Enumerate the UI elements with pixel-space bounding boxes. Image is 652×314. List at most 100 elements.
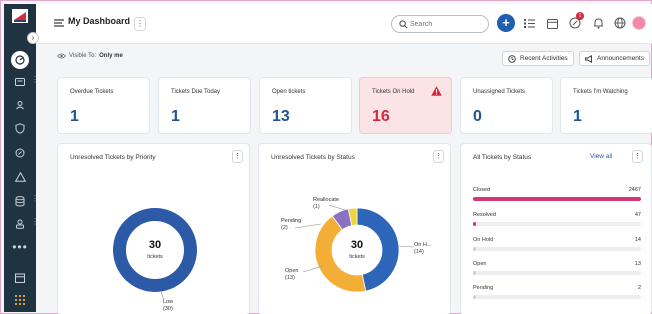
- donut-center-label: tickets: [147, 254, 163, 260]
- database-icon: [15, 195, 25, 206]
- sidebar-users-more[interactable]: ⋮: [31, 218, 39, 228]
- kpi-card-unassigned[interactable]: Unassigned Tickets 0: [460, 77, 553, 134]
- status-name: On Hold: [473, 237, 494, 243]
- menu-icon[interactable]: [54, 18, 64, 28]
- kpi-card-overdue[interactable]: Overdue Tickets 1: [57, 77, 150, 134]
- bell-icon[interactable]: [591, 16, 605, 30]
- legend-low-label: Low: [163, 299, 174, 305]
- kpi-value: 0: [473, 108, 482, 125]
- status-bar-track: [473, 271, 641, 275]
- eye-icon: [57, 53, 66, 59]
- legend-reallocate-count: (1): [313, 204, 320, 210]
- kpi-value: 1: [70, 108, 79, 125]
- status-panel: Unresolved Tickets by Status ⋮ 30 ticket…: [258, 143, 451, 314]
- legend-open: Open (13): [285, 268, 298, 282]
- status-name: Resolved: [473, 212, 496, 218]
- dashboard-options-button[interactable]: ⋮: [134, 17, 146, 31]
- search-box[interactable]: [391, 15, 489, 33]
- recent-activities-button[interactable]: Recent Activities: [502, 51, 574, 66]
- panel-title: All Tickets by Status: [473, 154, 532, 161]
- sidebar-item-calendar[interactable]: [10, 268, 30, 288]
- recent-activities-label: Recent Activities: [520, 55, 568, 62]
- status-bar: [473, 197, 641, 201]
- sidebar-item-alerts[interactable]: [10, 167, 30, 187]
- kpi-card-on-hold[interactable]: Tickets On Hold 16: [359, 77, 452, 134]
- status-bar: [473, 295, 476, 299]
- announcements-button[interactable]: Announcements: [579, 51, 650, 66]
- donut-center-value: 30: [148, 239, 162, 251]
- legend-pending-label: Pending: [281, 218, 302, 224]
- legend-low: Low (30): [163, 299, 173, 313]
- status-count: 47: [634, 212, 641, 218]
- status-bar-track: [473, 222, 641, 226]
- apps-icon: [15, 295, 25, 305]
- sidebar-item-contacts[interactable]: [10, 95, 30, 115]
- status-bar: [473, 271, 476, 275]
- legend-on-hold: On H... (14): [414, 242, 431, 256]
- notification-badge: 1: [576, 12, 584, 20]
- sidebar-item-dashboard[interactable]: [11, 51, 29, 69]
- status-count: 14: [634, 237, 641, 243]
- panel-options-button[interactable]: ⋮: [632, 150, 643, 163]
- kpi-value: 13: [272, 108, 290, 125]
- status-bar: [473, 222, 477, 226]
- legend-open-count: (13): [285, 275, 295, 281]
- sidebar-tickets-more[interactable]: ⋮: [31, 76, 39, 86]
- kpi-label: Overdue Tickets: [70, 89, 114, 95]
- tickets-icon: [15, 78, 25, 86]
- status-name: Pending: [473, 285, 494, 291]
- add-button[interactable]: +: [497, 14, 515, 32]
- kpi-card-due-today[interactable]: Tickets Due Today 1: [158, 77, 251, 134]
- megaphone-icon: [585, 54, 592, 63]
- sidebar-item-apps[interactable]: [10, 290, 30, 310]
- legend-low-count: (30): [163, 306, 173, 312]
- avatar[interactable]: [632, 16, 646, 30]
- kpi-label: Open tickets: [272, 89, 306, 95]
- legend-pending: Pending (2): [281, 218, 301, 232]
- sidebar-collapse-icon[interactable]: ›: [27, 32, 39, 44]
- top-bar: My Dashboard ⋮ +: [36, 4, 652, 44]
- sidebar-item-database[interactable]: [10, 191, 30, 211]
- sidebar-more-icon[interactable]: •••: [12, 240, 28, 254]
- history-icon: [508, 54, 516, 63]
- legend-pending-count: (2): [281, 225, 288, 231]
- search-icon: [399, 20, 408, 29]
- priority-panel: Unresolved Tickets by Priority ⋮ 30 tick…: [57, 143, 250, 314]
- calendar-view-icon[interactable]: [545, 16, 559, 30]
- kpi-card-watching[interactable]: Tickets I'm Watching 1: [560, 77, 652, 134]
- sidebar-item-security[interactable]: [10, 118, 30, 138]
- updates-icon[interactable]: 1: [568, 12, 584, 30]
- kpi-value: 16: [372, 108, 390, 125]
- sidebar-database-more[interactable]: ⋮: [31, 195, 39, 205]
- status-count: 13: [634, 261, 641, 267]
- status-name: Closed: [473, 187, 491, 193]
- status-name: Open: [473, 261, 487, 267]
- legend-on-hold-count: (14): [414, 249, 424, 255]
- legend-open-label: Open: [285, 268, 299, 274]
- shield-icon: [15, 122, 25, 134]
- dashboard-icon: [15, 55, 25, 65]
- all-status-panel: All Tickets by Status View all ⋮ Closed …: [460, 143, 652, 314]
- calendar-icon: [15, 273, 25, 283]
- status-bar-track: [473, 247, 641, 251]
- brand-logo[interactable]: [12, 9, 28, 23]
- donut-center-label: tickets: [349, 254, 365, 260]
- kpi-card-open[interactable]: Open tickets 13: [259, 77, 352, 134]
- search-input[interactable]: [410, 18, 484, 30]
- globe-icon[interactable]: [613, 16, 627, 30]
- status-bar: [473, 247, 476, 251]
- sidebar-item-reports[interactable]: [10, 143, 30, 163]
- list-view-icon[interactable]: [522, 16, 536, 30]
- sidebar-item-tickets[interactable]: [10, 72, 30, 92]
- warning-icon: [431, 86, 442, 96]
- view-all-link[interactable]: View all: [590, 153, 612, 160]
- kpi-value: 1: [171, 108, 180, 125]
- users-icon: [16, 219, 24, 229]
- sidebar-item-users[interactable]: [10, 214, 30, 234]
- kpi-value: 1: [573, 108, 582, 125]
- legend-reallocate-label: Reallocate: [313, 197, 339, 203]
- visibility-value: Only me: [99, 53, 123, 59]
- kpi-label: Tickets Due Today: [171, 89, 221, 95]
- visibility-indicator[interactable]: Visible To: Only me: [57, 53, 123, 59]
- status-count: 2467: [628, 187, 641, 193]
